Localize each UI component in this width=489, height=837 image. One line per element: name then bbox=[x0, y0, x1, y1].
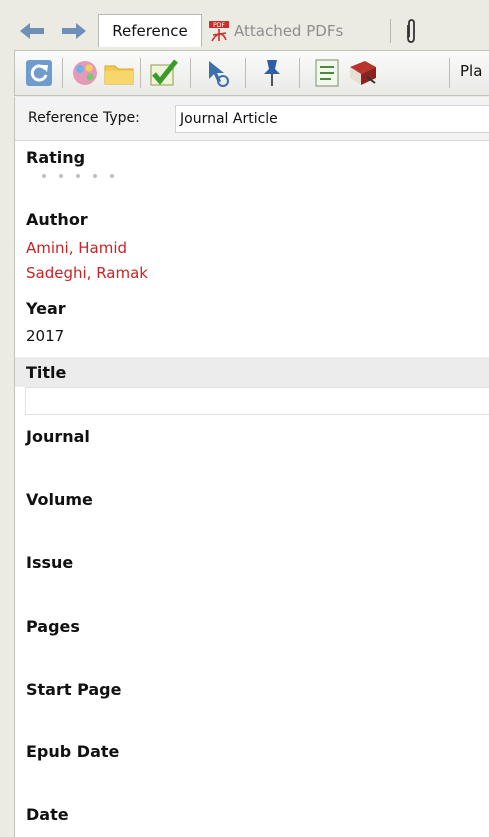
reference-type-value: Journal Article bbox=[180, 111, 278, 127]
reference-type-label: Reference Type: bbox=[28, 110, 140, 126]
title-row bbox=[15, 357, 489, 387]
refresh-icon[interactable] bbox=[23, 57, 55, 89]
rating-dot[interactable] bbox=[76, 174, 80, 178]
journal-label: Journal bbox=[26, 427, 90, 446]
date-label: Date bbox=[26, 805, 69, 824]
tab-attached-pdfs-label: Attached PDFs bbox=[234, 22, 344, 40]
list-icon[interactable] bbox=[311, 57, 343, 89]
rating-stars[interactable] bbox=[42, 174, 114, 178]
author-value[interactable]: Sadeghi, Ramak bbox=[26, 264, 148, 282]
toolbar-overflow-label[interactable]: Pla bbox=[460, 62, 482, 80]
svg-text:PDF: PDF bbox=[213, 22, 225, 29]
pages-label: Pages bbox=[26, 617, 80, 636]
back-arrow-icon[interactable] bbox=[20, 22, 44, 40]
year-label: Year bbox=[26, 299, 66, 318]
toolbar-divider bbox=[190, 58, 191, 88]
reference-type-select[interactable]: Journal Article bbox=[175, 105, 489, 133]
checkmark-icon[interactable] bbox=[147, 57, 179, 89]
volume-label: Volume bbox=[26, 490, 93, 509]
toolbar: Pla bbox=[14, 50, 489, 96]
paperclip-icon[interactable] bbox=[404, 18, 418, 44]
rating-dot[interactable] bbox=[42, 174, 46, 178]
toolbar-divider bbox=[140, 58, 141, 88]
title-field[interactable] bbox=[25, 387, 489, 415]
title-label: Title bbox=[26, 363, 67, 382]
issue-label: Issue bbox=[26, 553, 74, 572]
forward-arrow-icon[interactable] bbox=[62, 22, 86, 40]
rating-dot[interactable] bbox=[93, 174, 97, 178]
tab-bar: Reference PDF Attached PDFs bbox=[0, 0, 489, 48]
author-label: Author bbox=[26, 210, 88, 229]
toolbar-divider bbox=[449, 58, 450, 88]
toolbar-divider bbox=[299, 58, 300, 88]
tab-reference[interactable]: Reference bbox=[98, 14, 202, 47]
rating-label: Rating bbox=[26, 148, 86, 167]
book-edit-icon[interactable] bbox=[347, 57, 379, 89]
year-value[interactable]: 2017 bbox=[26, 327, 64, 345]
rating-dot[interactable] bbox=[59, 174, 63, 178]
tab-divider bbox=[390, 19, 391, 43]
reference-panel: Reference Type: Journal Article Rating A… bbox=[14, 97, 489, 837]
folder-icon[interactable] bbox=[103, 57, 135, 89]
cursor-icon[interactable] bbox=[201, 57, 233, 89]
tab-reference-label: Reference bbox=[112, 22, 188, 40]
start-page-label: Start Page bbox=[26, 680, 122, 699]
rating-dot[interactable] bbox=[110, 174, 114, 178]
reference-type-row: Reference Type: Journal Article bbox=[15, 97, 489, 141]
author-value[interactable]: Amini, Hamid bbox=[26, 239, 127, 257]
pdf-icon: PDF bbox=[209, 21, 229, 42]
tab-attached-pdfs[interactable]: PDF Attached PDFs bbox=[208, 17, 343, 45]
color-palette-icon[interactable] bbox=[69, 57, 101, 89]
toolbar-divider bbox=[62, 58, 63, 88]
toolbar-divider bbox=[245, 58, 246, 88]
pushpin-icon[interactable] bbox=[255, 57, 287, 89]
epub-date-label: Epub Date bbox=[26, 742, 120, 761]
